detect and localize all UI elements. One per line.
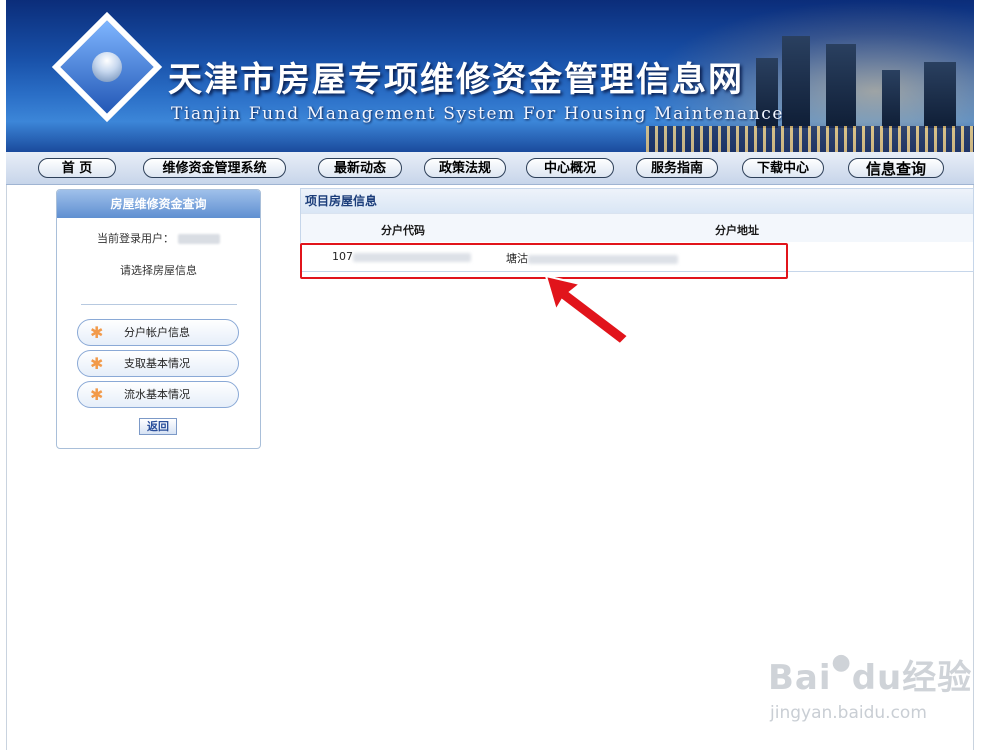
red-arrow-icon	[544, 274, 630, 346]
section-title: 项目房屋信息	[301, 189, 973, 213]
query-sidebar: 房屋维修资金查询 当前登录用户： 请选择房屋信息 ✱ 分户帐户信息 ✱ 支取基本…	[56, 189, 261, 449]
baidu-watermark: Bai●du经验	[768, 650, 972, 699]
nav-home[interactable]: 首 页	[38, 158, 116, 178]
column-header-code: 分户代码	[381, 224, 425, 237]
sidebar-item-label: 分户帐户信息	[124, 326, 190, 339]
water-reflection	[646, 126, 974, 152]
nav-info-query[interactable]: 信息查询	[848, 158, 944, 178]
watermark-paw-icon: ●	[831, 650, 852, 675]
sidebar-title: 房屋维修资金查询	[57, 190, 260, 218]
watermark-brand-mid: du	[851, 658, 903, 698]
nav-policies[interactable]: 政策法规	[424, 158, 506, 178]
username-redacted	[178, 234, 220, 244]
site-subtitle: Tianjin Fund Management System For Housi…	[171, 104, 785, 124]
site-title: 天津市房屋专项维修资金管理信息网	[168, 60, 744, 100]
arrow-shape	[544, 274, 630, 346]
back-button[interactable]: 返回	[139, 418, 177, 435]
skyline-building	[924, 62, 956, 128]
header-banner: 天津市房屋专项维修资金管理信息网 Tianjin Fund Management…	[6, 0, 974, 152]
main-nav: 首 页 维修资金管理系统 最新动态 政策法规 中心概况 服务指南 下载中心 信息…	[6, 152, 974, 185]
column-header-address: 分户地址	[715, 224, 759, 237]
sidebar-item-label: 支取基本情况	[124, 357, 190, 370]
current-user-label: 当前登录用户：	[97, 232, 174, 245]
asterisk-icon: ✱	[90, 354, 104, 373]
logo-globe-icon	[85, 45, 129, 89]
asterisk-icon: ✱	[90, 323, 104, 342]
nav-latest-news[interactable]: 最新动态	[318, 158, 402, 178]
asterisk-icon: ✱	[90, 385, 104, 404]
skyline-building	[882, 70, 900, 128]
current-user: 当前登录用户：	[57, 230, 260, 246]
sidebar-item-account-info[interactable]: ✱ 分户帐户信息	[77, 319, 239, 346]
nav-fund-system[interactable]: 维修资金管理系统	[143, 158, 286, 178]
table-header: 分户代码 分户地址	[301, 213, 973, 242]
nav-center-overview[interactable]: 中心概况	[526, 158, 614, 178]
sidebar-item-transactions[interactable]: ✱ 流水基本情况	[77, 381, 239, 408]
nav-service-guide[interactable]: 服务指南	[636, 158, 718, 178]
site-logo-icon[interactable]	[51, 11, 163, 123]
sidebar-divider	[81, 304, 237, 305]
watermark-url: jingyan.baidu.com	[770, 703, 927, 723]
sidebar-item-withdrawal[interactable]: ✱ 支取基本情况	[77, 350, 239, 377]
skyline-building	[826, 44, 856, 128]
watermark-brand: Bai	[768, 658, 832, 698]
nav-download-center[interactable]: 下载中心	[742, 158, 824, 178]
select-house-hint: 请选择房屋信息	[120, 264, 197, 277]
sidebar-item-label: 流水基本情况	[124, 388, 190, 401]
skyline-building	[782, 36, 810, 128]
watermark-brand-suffix: 经验	[902, 658, 973, 698]
